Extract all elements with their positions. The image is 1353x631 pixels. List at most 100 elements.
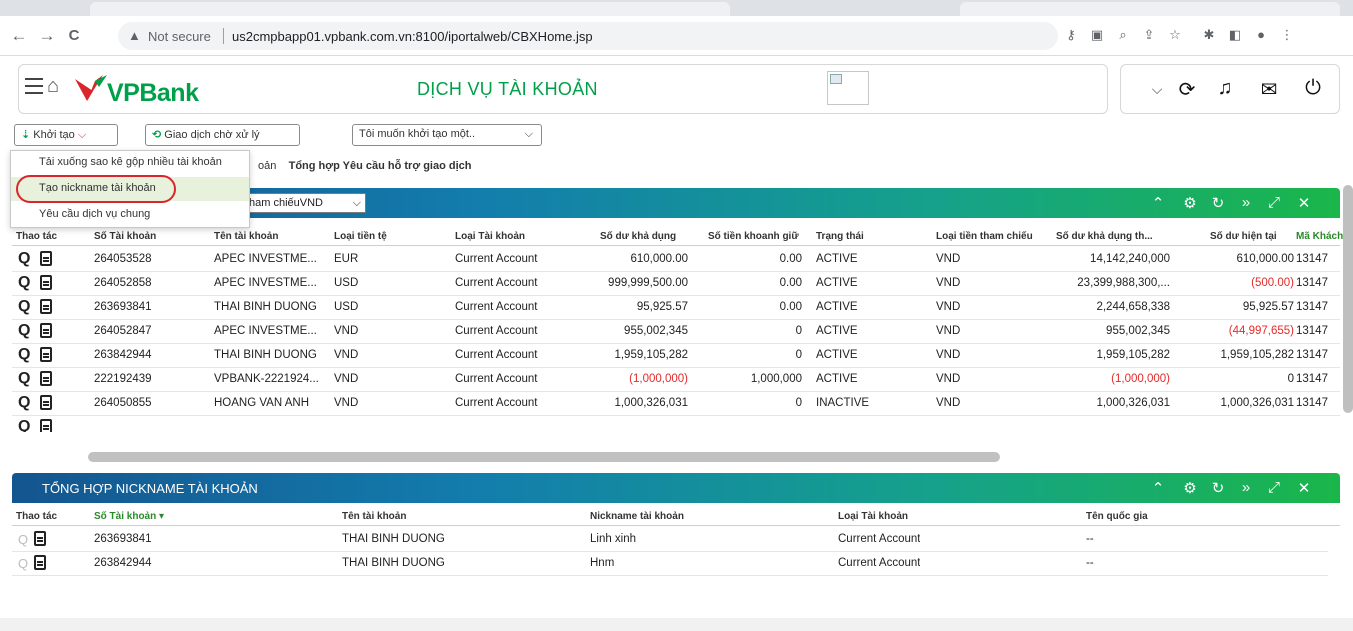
table-row[interactable]: Q 264052847 APEC INVESTME... VND Current Acc… [12,320,1340,344]
zoom-icon[interactable]: ⌕ [1114,27,1132,43]
view-icon[interactable]: Q [18,370,30,388]
document-icon[interactable] [40,347,52,362]
document-icon[interactable] [40,251,52,266]
translate-icon[interactable]: ▣ [1088,27,1106,43]
reload-button[interactable]: C [63,25,85,47]
menu-item-general-request[interactable]: Yêu cầu dịch vụ chung [11,203,249,227]
quick-create-select[interactable]: Tôi muốn khởi tạo một.. ⌵ [352,124,542,146]
view-icon[interactable]: Q [18,274,30,292]
document-icon[interactable] [40,419,52,432]
settings-icon[interactable]: ⚙ [1180,479,1200,497]
table-row[interactable]: Q 263842944 THAI BINH DUONG VND Current Acco… [12,344,1340,368]
col-header[interactable]: Số dư hiện tại [1210,231,1277,242]
document-icon[interactable] [40,275,52,290]
home-icon[interactable]: ⌂ [47,75,59,98]
refresh-icon[interactable]: ↻ [1208,479,1228,497]
view-icon[interactable]: Q [18,322,30,340]
refresh-icon[interactable]: ↻ [1208,194,1228,212]
cell-hold: 0.00 [779,301,802,313]
breadcrumb-fragment[interactable]: oản [258,160,276,172]
document-icon[interactable] [34,531,46,546]
document-icon[interactable] [40,323,52,338]
forward-icon[interactable]: » [1236,479,1256,496]
vertical-scrollbar[interactable] [1343,185,1353,413]
col-header[interactable]: Số Tài khoản [94,231,156,242]
address-bar[interactable]: ▲ Not secure us2cmpbapp01.vpbank.com.vn:… [118,22,1058,50]
col-header[interactable]: Số dư khả dụng th... [1056,231,1153,242]
browser-tab[interactable] [90,2,730,16]
view-icon[interactable]: Q [18,346,30,364]
sidepanel-icon[interactable]: ◧ [1226,27,1244,43]
table-row[interactable]: Q 263693841 THAI BINH DUONG USD Current Acco… [12,296,1340,320]
table-row[interactable]: Q 222192439 VPBANK-2221924... VND Current Ac… [12,368,1340,392]
col-header[interactable]: Số tiền khoanh giữ [708,231,799,242]
cell-country: -- [1086,557,1094,569]
view-icon[interactable]: Q [18,298,30,316]
settings-icon[interactable]: ⚙ [1180,194,1200,212]
menu-icon[interactable] [25,78,43,94]
collapse-icon[interactable]: ⌃ [1148,479,1168,497]
col-header[interactable]: Loại Tài khoản [838,511,908,522]
khoi-tao-dropdown[interactable]: ⇣ Khởi tạo ⌵ [14,124,118,146]
cell-type: Current Account [455,253,538,265]
breadcrumb-link[interactable]: Tổng hợp Yêu cầu hỗ trợ giao dịch [289,160,472,172]
document-icon[interactable] [40,299,52,314]
horizontal-scrollbar[interactable] [88,452,1000,462]
security-label: Not secure [148,29,211,44]
expand-icon[interactable]: ⤢ [1264,194,1284,211]
menu-item-download-statement[interactable]: Tải xuống sao kê gộp nhiều tài khoản [11,151,249,175]
reference-currency-select[interactable]: ham chiếuVND ⌵ [244,193,366,213]
cell-current: (500.00) [1251,277,1294,289]
forward-icon[interactable]: » [1236,194,1256,211]
col-header[interactable]: Loại tiền tệ [334,231,387,242]
close-icon[interactable]: ✕ [1294,479,1314,497]
key-icon[interactable]: ⚷ [1062,27,1080,43]
col-header[interactable]: Trạng thái [816,231,864,242]
close-icon[interactable]: ✕ [1294,194,1314,212]
url-text[interactable]: us2cmpbapp01.vpbank.com.vn:8100/iportalw… [232,29,593,44]
col-header[interactable]: Nickname tài khoản [590,511,684,522]
view-icon[interactable]: Q [18,532,28,547]
expand-icon[interactable]: ⤢ [1264,479,1284,496]
extensions-icon[interactable]: ✱ [1200,27,1218,43]
bell-icon[interactable]: ♫ [1213,77,1237,100]
table-row[interactable]: Q 263693841 THAI BINH DUONG Linh xinh Curren… [12,528,1328,552]
chevron-down-icon[interactable]: ⌵ [1145,81,1169,98]
power-icon[interactable]: ⏻ [1301,77,1325,100]
document-icon[interactable] [40,395,52,410]
cell-cur: VND [334,325,359,337]
col-header[interactable]: Mã Khách [1296,231,1343,242]
col-header[interactable]: Tên tài khoản [214,231,278,242]
document-icon[interactable] [40,371,52,386]
col-header[interactable]: Loại Tài khoản [455,231,525,242]
table-row[interactable]: Q 264050855 HOANG VAN ANH VND Current Accoun… [12,392,1340,416]
browser-tab[interactable] [960,2,1340,16]
share-icon[interactable]: ⇪ [1140,27,1158,43]
menu-icon[interactable]: ⋮ [1278,27,1296,43]
col-header[interactable]: Số Tài khoản ▾ [94,511,164,522]
view-icon[interactable]: Q [18,394,30,412]
mail-icon[interactable]: ✉ [1257,77,1281,102]
table-row[interactable]: Q 264053528 APEC INVESTME... EUR Current Acc… [12,248,1340,272]
profile-icon[interactable]: ● [1252,27,1270,42]
accounts-grid-header: Thao tác Số Tài khoản Tên tài khoản Loại… [12,228,1343,246]
pending-transactions-button[interactable]: ⟲ Giao dịch chờ xử lý [145,124,300,146]
back-button[interactable]: ← [8,25,30,47]
cell-status: ACTIVE [816,301,858,313]
col-header[interactable]: Loại tiền tham chiếu [936,231,1033,242]
refresh-circle-icon[interactable]: ⟳ [1175,77,1199,102]
col-header[interactable]: Tên tài khoản [342,511,406,522]
star-icon[interactable]: ☆ [1166,27,1184,43]
col-header[interactable]: Tên quốc gia [1086,511,1148,522]
view-icon[interactable]: Q [18,250,30,268]
view-icon[interactable]: Q [18,556,28,571]
vpbank-logo[interactable]: VPBank [73,73,223,107]
forward-button[interactable]: → [36,25,58,47]
table-row[interactable]: Q 263842944 THAI BINH DUONG Hnm Current Acco… [12,552,1328,576]
document-icon[interactable] [34,555,46,570]
chevron-down-icon: ⌵ [352,197,361,209]
table-row[interactable]: Q 264052858 APEC INVESTME... USD Current Acc… [12,272,1340,296]
col-header[interactable]: Số dư khả dụng [600,231,676,242]
collapse-icon[interactable]: ⌃ [1148,194,1168,212]
view-icon[interactable]: Q [18,418,30,432]
